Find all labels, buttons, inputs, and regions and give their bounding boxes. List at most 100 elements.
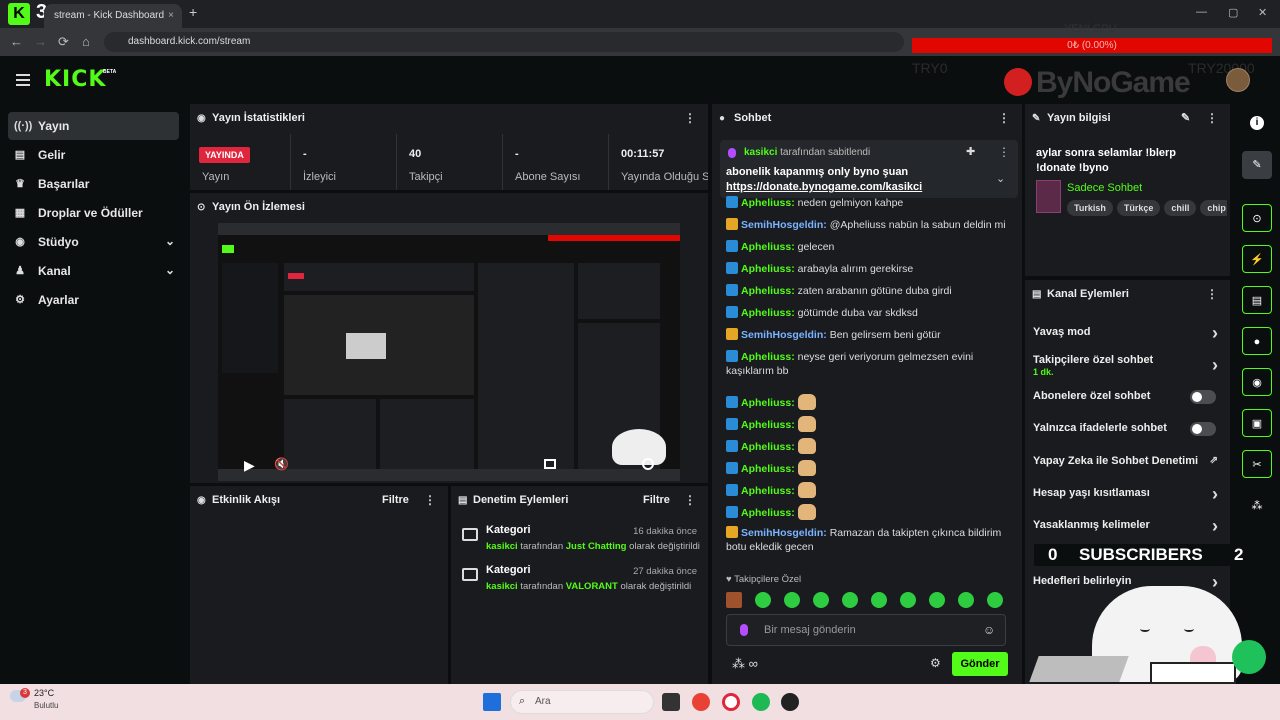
chevron-right-icon[interactable]: › — [1212, 324, 1218, 342]
channel-action-0[interactable]: Yavaş mod › — [1033, 324, 1230, 350]
opera-icon[interactable] — [722, 693, 740, 711]
home-icon[interactable]: ⌂ — [82, 34, 90, 49]
chat-username[interactable]: Apheliuss — [741, 485, 791, 497]
stream-preview-video[interactable]: ▶ 🔇 — [218, 223, 680, 481]
pinned-collapse-icon[interactable]: ⌄ — [996, 172, 1005, 185]
chat-username[interactable]: Apheliuss — [741, 507, 791, 519]
sidebar-item-1[interactable]: ▤ Gelir — [8, 141, 179, 169]
channel-action-5[interactable]: Hesap yaşı kısıtlaması › — [1033, 485, 1230, 511]
sidebar-item-6[interactable]: ⚙ Ayarlar — [8, 286, 179, 314]
send-button[interactable]: Gönder — [952, 652, 1008, 676]
chat-username[interactable]: Apheliuss — [741, 351, 791, 363]
channel-action-6[interactable]: Yasaklanmış kelimeler › — [1033, 517, 1230, 543]
tab-close-icon[interactable]: × — [168, 4, 174, 28]
chat-username[interactable]: SemihHosgeldin — [741, 329, 823, 341]
emote-icon[interactable] — [842, 592, 858, 608]
chrome-icon[interactable] — [692, 693, 710, 711]
chat-username[interactable]: SemihHosgeldin — [741, 527, 823, 539]
toggle-switch[interactable] — [1190, 390, 1216, 404]
kick-coin-icon[interactable]: ⁂ ∞ — [732, 656, 758, 672]
sidebar-item-2[interactable]: ♛ Başarılar — [8, 170, 179, 198]
chevron-right-icon[interactable]: › — [1212, 356, 1218, 374]
toggle-switch[interactable] — [1190, 422, 1216, 436]
stream-tag[interactable]: chill — [1164, 200, 1197, 216]
activity-more-icon[interactable]: ⋮ — [424, 493, 436, 507]
task-view-icon[interactable] — [662, 693, 680, 711]
sidebar-item-0[interactable]: ((·)) Yayın — [8, 112, 179, 140]
new-tab-button[interactable]: + — [189, 4, 197, 20]
minimize-button[interactable]: — — [1196, 6, 1207, 18]
spotify-icon[interactable] — [752, 693, 770, 711]
emoji-icon[interactable]: ☺ — [983, 623, 995, 637]
rail-wrench-icon[interactable]: ✂ — [1242, 450, 1272, 478]
taskbar-search[interactable]: ⌕ Ara — [510, 690, 654, 714]
pin-icon[interactable]: ✚ — [966, 145, 975, 158]
chat-username[interactable]: Apheliuss — [741, 285, 791, 297]
sidebar-item-4[interactable]: ◉ Stüdyo ⌄ — [8, 228, 179, 256]
sidebar-item-3[interactable]: ▦ Droplar ve Ödüller — [8, 199, 179, 227]
stream-tag[interactable]: Türkçe — [1116, 200, 1161, 216]
emote-icon[interactable] — [813, 592, 829, 608]
chat-username[interactable]: SemihHosgeldin — [741, 219, 823, 231]
back-icon[interactable]: ← — [10, 34, 23, 49]
rail-moderation-icon[interactable]: ▣ — [1242, 409, 1272, 437]
channel-action-2[interactable]: Abonelere özel sohbet — [1033, 390, 1230, 414]
chat-username[interactable]: Apheliuss — [741, 419, 791, 431]
stream-info-more-icon[interactable]: ⋮ — [1206, 111, 1218, 125]
window-close-button[interactable]: ✕ — [1258, 6, 1267, 19]
edit-icon[interactable]: ✎ — [1181, 111, 1190, 124]
hamburger-menu-icon[interactable] — [16, 74, 30, 86]
chat-username[interactable]: Apheliuss — [741, 263, 791, 275]
emote-icon[interactable] — [871, 592, 887, 608]
emote-icon[interactable] — [958, 592, 974, 608]
app-icon[interactable] — [781, 693, 799, 711]
rail-preview-icon[interactable]: ⊙ — [1242, 204, 1272, 232]
reload-icon[interactable]: ⟳ — [58, 34, 69, 50]
forward-icon[interactable]: → — [34, 34, 47, 49]
category-name[interactable]: Sadece Sohbet — [1067, 182, 1142, 194]
user-avatar[interactable] — [1226, 68, 1250, 92]
rail-document-icon[interactable]: ▤ — [1242, 286, 1272, 314]
play-icon[interactable]: ▶ — [244, 457, 255, 474]
chat-username[interactable]: Apheliuss — [741, 241, 791, 253]
chat-input[interactable]: Bir mesaj gönderin ☺ — [726, 614, 1006, 646]
maximize-button[interactable]: ▢ — [1228, 6, 1238, 19]
emote-icon[interactable] — [929, 592, 945, 608]
settings-gear-icon[interactable] — [642, 458, 654, 470]
external-link-icon[interactable]: ⇗ — [1210, 455, 1218, 466]
activity-filter-button[interactable]: Filtre — [382, 494, 409, 506]
chevron-right-icon[interactable]: › — [1212, 573, 1218, 591]
pip-icon[interactable] — [544, 459, 556, 469]
channel-action-3[interactable]: Yalnızca ifadelerle sohbet — [1033, 422, 1230, 446]
whatsapp-icon[interactable] — [1232, 640, 1266, 674]
chat-username[interactable]: Apheliuss — [741, 197, 791, 209]
browser-tab[interactable]: stream - Kick Dashboard × — [44, 4, 182, 28]
url-input[interactable]: dashboard.kick.com/stream — [104, 32, 904, 52]
pinned-link[interactable]: https://donate.bynogame.com/kasikci — [726, 181, 922, 193]
chat-more-icon[interactable]: ⋮ — [998, 111, 1010, 125]
chat-username[interactable]: Apheliuss — [741, 441, 791, 453]
windows-start-icon[interactable] — [483, 693, 501, 711]
rail-apps-icon[interactable]: ⁂ — [1242, 492, 1272, 520]
rail-chat-icon[interactable]: ● — [1242, 327, 1272, 355]
moderation-filter-button[interactable]: Filtre — [643, 494, 670, 506]
chat-settings-icon[interactable]: ⚙ — [930, 656, 941, 670]
emote-icon[interactable] — [987, 592, 1003, 608]
info-icon[interactable]: i — [1250, 116, 1264, 130]
stream-tag[interactable]: Turkish — [1067, 200, 1113, 216]
pinned-more-icon[interactable]: ⋮ — [998, 145, 1010, 159]
mute-icon[interactable]: 🔇 — [274, 457, 289, 471]
chevron-right-icon[interactable]: › — [1212, 485, 1218, 503]
rail-lightning-icon[interactable]: ⚡ — [1242, 245, 1272, 273]
chevron-down-icon[interactable]: ⌄ — [165, 263, 175, 277]
moderation-more-icon[interactable]: ⋮ — [684, 493, 696, 507]
emote-icon[interactable] — [726, 592, 742, 608]
emote-icon[interactable] — [900, 592, 916, 608]
kick-logo[interactable]: KICK — [44, 67, 106, 92]
channel-action-4[interactable]: Yapay Zeka ile Sohbet Denetimi ⇗ — [1033, 455, 1230, 479]
chat-username[interactable]: Apheliuss — [741, 463, 791, 475]
chat-username[interactable]: Apheliuss — [741, 307, 791, 319]
chat-username[interactable]: Apheliuss — [741, 397, 791, 409]
rail-edit-icon[interactable]: ✎ — [1242, 151, 1272, 179]
stream-tag[interactable]: chip — [1200, 200, 1227, 216]
